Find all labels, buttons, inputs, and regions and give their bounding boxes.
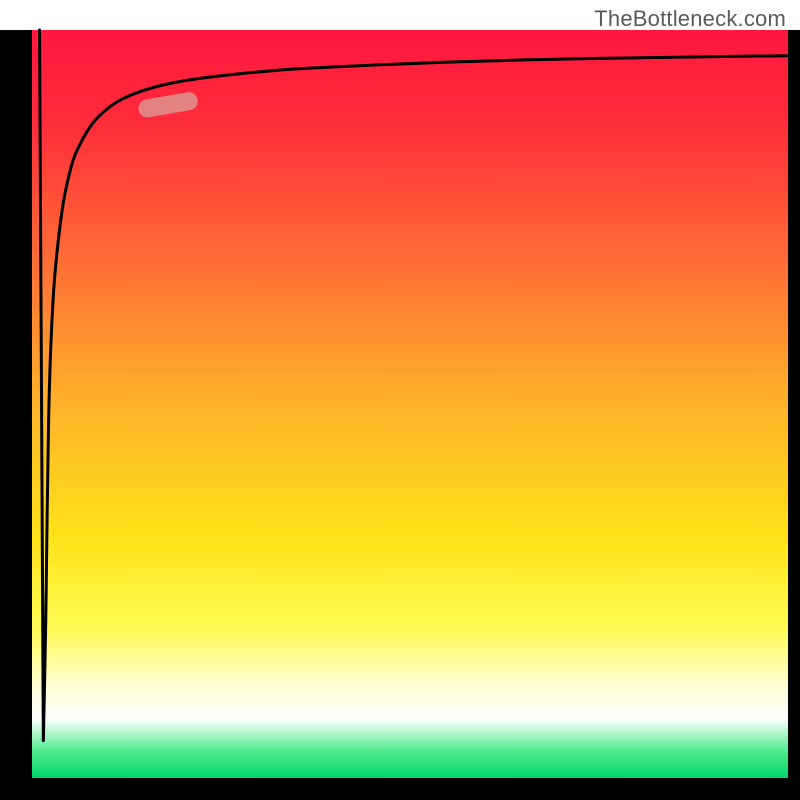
plot-background — [32, 30, 788, 778]
chart-container: TheBottleneck.com — [0, 0, 800, 800]
right-border — [788, 30, 800, 778]
x-axis — [0, 778, 800, 800]
watermark: TheBottleneck.com — [594, 6, 786, 32]
chart-svg — [0, 0, 800, 800]
